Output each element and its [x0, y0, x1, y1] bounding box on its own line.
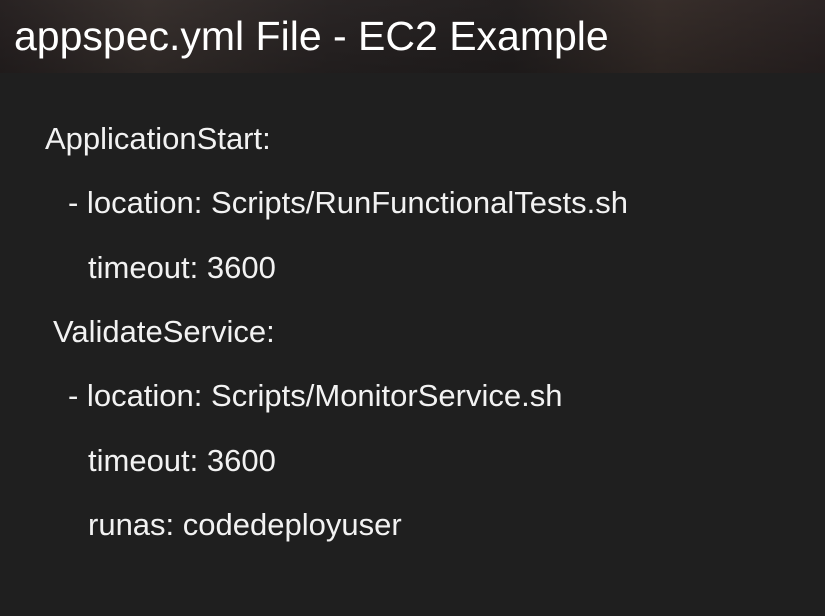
code-line-application-start: ApplicationStart:	[45, 121, 271, 156]
title-bar: appspec.yml File - EC2 Example	[0, 0, 825, 73]
code-line-validate-service: ValidateService:	[53, 314, 275, 349]
slide: appspec.yml File - EC2 Example Applicati…	[0, 0, 825, 616]
code-line-location-monitor-service: - location: Scripts/MonitorService.sh	[68, 378, 563, 413]
code-line-runas: runas: codedeployuser	[88, 507, 402, 542]
code-line-timeout-2: timeout: 3600	[88, 443, 276, 478]
code-line-timeout-1: timeout: 3600	[88, 250, 276, 285]
code-line-location-functional-tests: - location: Scripts/RunFunctionalTests.s…	[68, 185, 628, 220]
slide-title: appspec.yml File - EC2 Example	[14, 13, 609, 59]
